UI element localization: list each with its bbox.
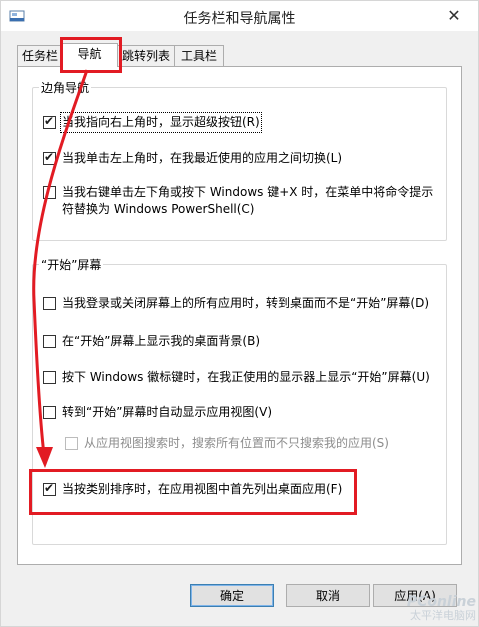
close-icon: ✕ (447, 5, 461, 25)
option-go-to-desktop[interactable]: 当我登录或关闭屏幕上的所有应用时，转到桌面而不是“开始”屏幕(D) (43, 295, 429, 312)
checkbox[interactable] (43, 114, 56, 129)
tab-taskbar[interactable]: 任务栏 (17, 45, 63, 66)
option-label: 当我指向右上角时，显示超级按钮(R) (60, 112, 262, 133)
option-show-desktop-background[interactable]: 在“开始”屏幕上显示我的桌面背景(B) (43, 333, 260, 350)
option-list-desktop-apps-first[interactable]: 当按类别排序时，在应用视图中首先列出桌面应用(F) (43, 481, 342, 498)
group-legend: “开始”屏幕 (41, 258, 102, 272)
ok-button[interactable]: 确定 (190, 584, 274, 607)
option-search-everywhere[interactable]: 从应用视图搜索时，搜索所有位置而不只搜索我的应用(S) (65, 435, 389, 452)
checkbox[interactable] (43, 297, 56, 310)
group-legend: 边角导航 (41, 81, 90, 95)
title-bar[interactable]: 任务栏和导航属性 ✕ (1, 1, 478, 31)
tab-label: 任务栏 (21, 49, 58, 63)
corner-navigation-group: 边角导航 当我指向右上角时，显示超级按钮(R) 当我单击左上角时，在我最近使用的… (32, 79, 447, 241)
option-label: 当按类别排序时，在应用视图中首先列出桌面应用(F) (62, 482, 343, 496)
tab-navigation[interactable]: 导航 (61, 43, 118, 67)
checkbox[interactable] (43, 406, 56, 419)
cancel-button[interactable]: 取消 (286, 584, 370, 607)
start-screen-group: “开始”屏幕 当我登录或关闭屏幕上的所有应用时，转到桌面而不是“开始”屏幕(D)… (32, 256, 447, 545)
option-label: 从应用视图搜索时，搜索所有位置而不只搜索我的应用(S) (84, 436, 389, 450)
checkbox[interactable] (43, 335, 56, 348)
tab-toolbars[interactable]: 工具栏 (174, 45, 224, 66)
checkbox[interactable] (43, 481, 56, 496)
option-switch-recent-apps[interactable]: 当我单击左上角时，在我最近使用的应用之间切换(L) (43, 150, 342, 167)
option-label: 按下 Windows 徽标键时，在我正使用的显示器上显示“开始”屏幕(U) (62, 370, 430, 384)
properties-dialog: 任务栏和导航属性 ✕ 任务栏 导航 跳转列表 工具栏 边角导航 ✔ 当我指向右上… (0, 0, 479, 627)
navigation-tab-panel: 边角导航 当我指向右上角时，显示超级按钮(R) 当我单击左上角时，在我最近使用的… (17, 66, 462, 565)
option-show-apps-view[interactable]: 转到“开始”屏幕时自动显示应用视图(V) (43, 404, 272, 421)
option-show-charms[interactable]: 当我指向右上角时，显示超级按钮(R) (43, 112, 262, 133)
tab-label: 跳转列表 (121, 49, 170, 63)
checkbox[interactable] (43, 186, 56, 199)
option-replace-with-powershell[interactable]: 当我右键单击左下角或按下 Windows 键+X 时，在菜单中将命令提示符替换为… (43, 184, 439, 218)
option-label: 当我右键单击左下角或按下 Windows 键+X 时，在菜单中将命令提示符替换为… (62, 185, 434, 216)
option-label: 转到“开始”屏幕时自动显示应用视图(V) (62, 405, 273, 419)
option-label: 当我登录或关闭屏幕上的所有应用时，转到桌面而不是“开始”屏幕(D) (62, 296, 430, 310)
option-start-on-current-display[interactable]: 按下 Windows 徽标键时，在我正使用的显示器上显示“开始”屏幕(U) (43, 369, 430, 386)
option-label: 当我单击左上角时，在我最近使用的应用之间切换(L) (62, 151, 343, 165)
close-button[interactable]: ✕ (441, 5, 467, 25)
tab-label: 导航 (77, 47, 102, 61)
tab-jump-lists[interactable]: 跳转列表 (116, 45, 176, 66)
checkbox[interactable] (43, 150, 56, 165)
window-title: 任务栏和导航属性 (183, 11, 296, 27)
tab-label: 工具栏 (180, 49, 217, 63)
watermark-subtitle: 太平洋电脑网 (410, 609, 476, 622)
dialog-client: 任务栏 导航 跳转列表 工具栏 边角导航 当我指向右上角时，显示超级按钮(R) (1, 31, 478, 626)
checkbox[interactable] (43, 371, 56, 384)
option-label: 在“开始”屏幕上显示我的桌面背景(B) (62, 334, 261, 348)
checkbox[interactable] (65, 437, 78, 450)
watermark: PConline 太平洋电脑网 (372, 594, 476, 624)
watermark-brand: PConline (406, 594, 476, 610)
